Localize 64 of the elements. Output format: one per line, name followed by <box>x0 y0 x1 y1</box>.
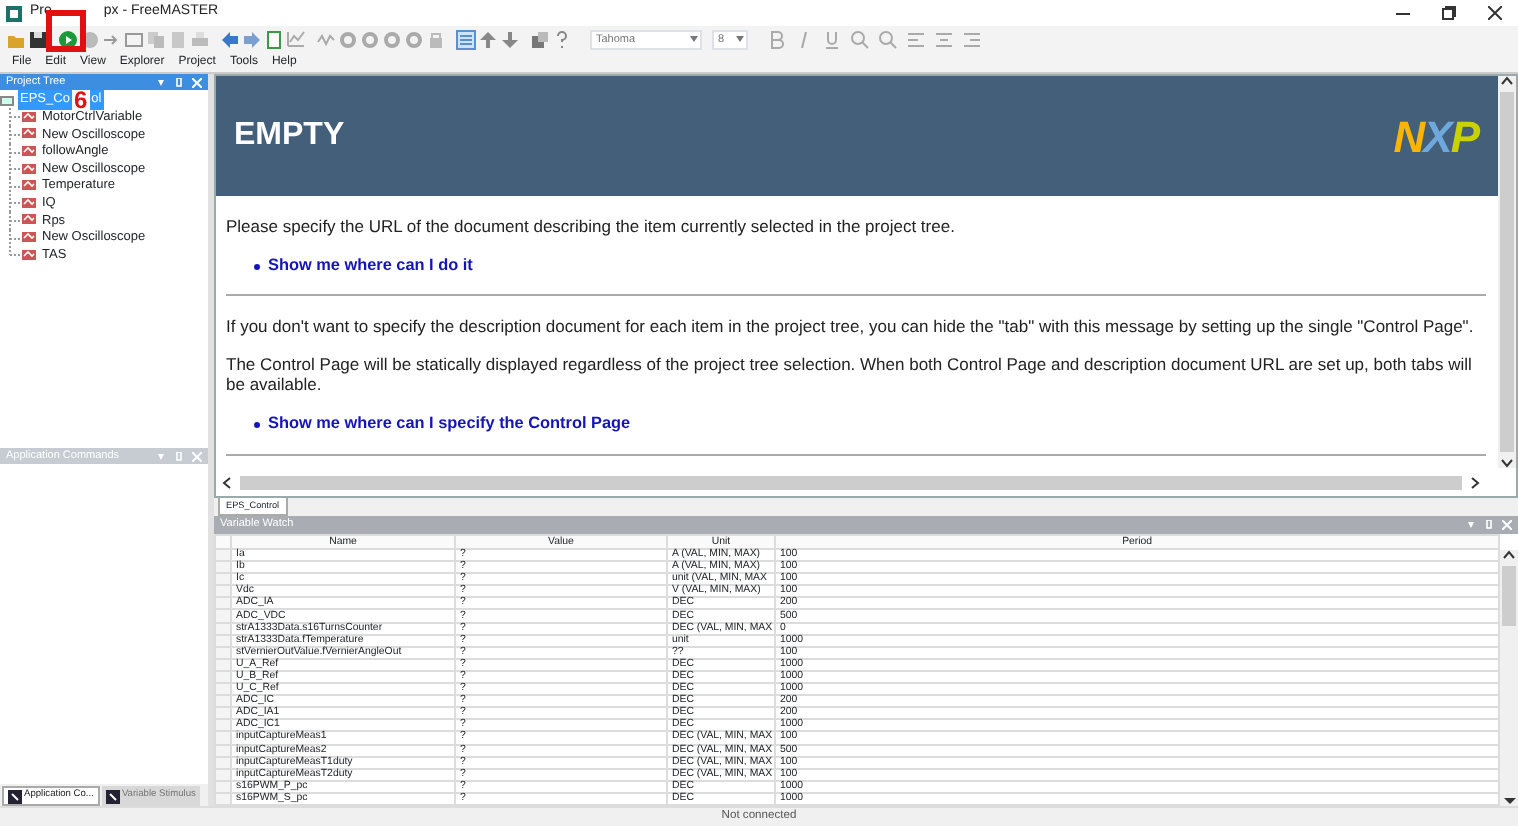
align-center-icon[interactable] <box>934 30 954 50</box>
document-icon[interactable] <box>264 30 284 50</box>
bullet-icon <box>254 421 260 428</box>
oscilloscope-icon <box>22 163 38 176</box>
underline-icon[interactable] <box>822 30 842 50</box>
step-number: 6 <box>73 91 88 110</box>
link[interactable]: Show me where can I specify the Control Page <box>268 412 631 438</box>
bullet-icon <box>254 263 260 270</box>
vertical-scrollbar[interactable] <box>1498 76 1516 468</box>
link[interactable]: Show me where can I do it <box>268 254 473 279</box>
scrollbar-thumb[interactable] <box>1500 92 1514 452</box>
oscilloscope-icon <box>22 180 38 193</box>
paragraph: The Control Page will be statically displayed regardless of the project tree selection. When both Control Page and description document URL are set up, both tabs will be available. <box>226 354 1474 395</box>
arrow-left-icon[interactable] <box>220 30 240 50</box>
app-icon <box>6 5 22 21</box>
play-icon[interactable] <box>58 30 78 50</box>
oscilloscope-icon <box>22 128 38 141</box>
oscilloscope-icon <box>22 197 38 210</box>
arrow-up-icon[interactable] <box>478 30 498 50</box>
arrow-right-icon[interactable] <box>242 30 262 50</box>
oscilloscope-icon <box>22 214 38 227</box>
stop-icon[interactable] <box>80 30 100 50</box>
oscilloscope-icon <box>22 111 38 124</box>
scrollbar-thumb[interactable] <box>1502 566 1517 626</box>
bold-icon[interactable] <box>766 30 786 50</box>
zoom-in-icon[interactable] <box>850 30 870 50</box>
properties-icon[interactable] <box>530 30 550 50</box>
nxp-logo: NXP <box>1393 109 1478 165</box>
caret-icon <box>734 36 746 44</box>
window-icon[interactable] <box>124 30 144 50</box>
lock-icon[interactable] <box>426 30 446 50</box>
paragraph: If you don't want to specify the description document for each item in the project tree, you can hide the "tab" with this message by setting up the single "Control Page". <box>226 316 1476 337</box>
maximize-icon[interactable] <box>1442 6 1456 20</box>
close-icon[interactable] <box>1488 6 1502 20</box>
arrow-right-icon[interactable] <box>102 30 122 50</box>
print-icon[interactable] <box>190 30 210 50</box>
graph-icon[interactable] <box>286 30 306 50</box>
align-right-icon[interactable] <box>962 30 982 50</box>
page-heading: EMPTY <box>234 116 345 156</box>
caret-icon <box>688 36 700 44</box>
help-icon[interactable] <box>552 30 572 50</box>
scroll-down-icon[interactable] <box>1502 794 1517 806</box>
tab-icon <box>8 789 22 803</box>
scroll-down-icon[interactable] <box>1500 456 1514 468</box>
scroll-up-icon[interactable] <box>1502 550 1517 562</box>
arrow-down-icon[interactable] <box>500 30 520 50</box>
paste-icon[interactable] <box>168 30 188 50</box>
vertical-scrollbar[interactable] <box>1500 550 1518 806</box>
oscilloscope-icon <box>22 146 38 159</box>
zoom-out-icon[interactable] <box>878 30 898 50</box>
computer-icon <box>0 93 16 108</box>
save-icon[interactable] <box>28 30 48 50</box>
highlight-frame <box>46 10 86 52</box>
paragraph: Please specify the URL of the document describing the item currently selected in the project tree. <box>226 216 957 236</box>
grid-icon[interactable] <box>456 30 476 50</box>
align-left-icon[interactable] <box>906 30 926 50</box>
scroll-right-icon[interactable] <box>1468 475 1480 490</box>
oscilloscope-icon <box>22 249 38 262</box>
oscilloscope-icon <box>22 232 38 245</box>
tab-icon <box>105 789 120 803</box>
scroll-up-icon[interactable] <box>1500 76 1514 88</box>
scroll-left-icon[interactable] <box>222 475 234 490</box>
copy-icon[interactable] <box>146 30 166 50</box>
wave-icon[interactable] <box>316 30 336 50</box>
